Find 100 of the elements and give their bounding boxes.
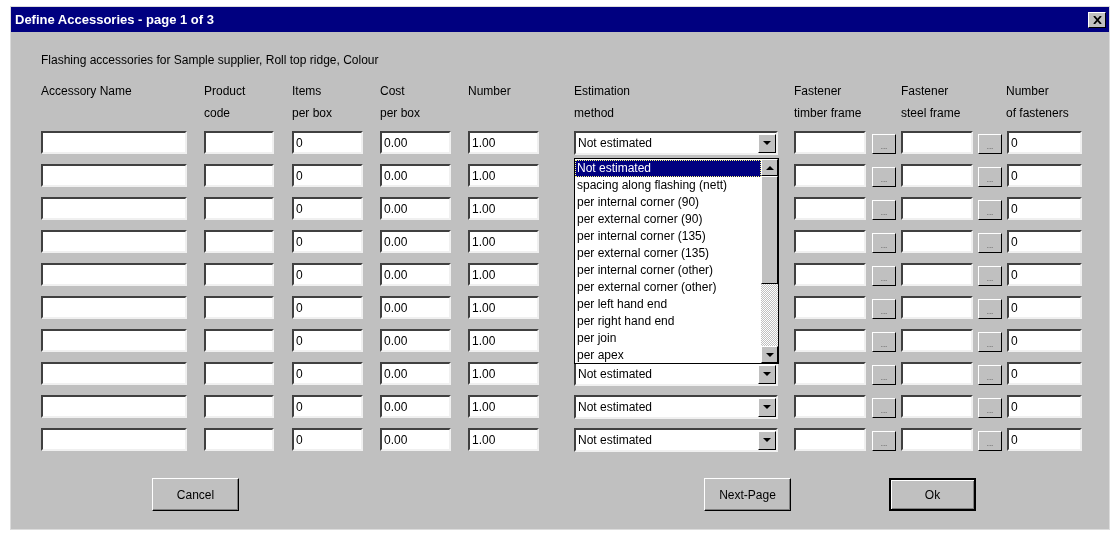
cost-per-box-field[interactable]: 0.00 bbox=[380, 362, 451, 385]
browse-button[interactable]: ... bbox=[872, 332, 896, 352]
accessory-name-field[interactable] bbox=[41, 263, 187, 286]
fasteners-count-field[interactable]: 0 bbox=[1007, 296, 1082, 319]
fasteners-count-field[interactable]: 0 bbox=[1007, 395, 1082, 418]
estimation-method-dropdown[interactable]: Not estimated bbox=[574, 362, 778, 386]
dialog-button[interactable]: Cancel bbox=[152, 478, 239, 511]
product-code-field[interactable] bbox=[204, 296, 274, 319]
fasteners-count-field[interactable]: 0 bbox=[1007, 329, 1082, 352]
fastener-timber-field[interactable] bbox=[794, 164, 866, 187]
list-option[interactable]: per external corner (90) bbox=[575, 211, 761, 228]
list-option[interactable]: per join bbox=[575, 330, 761, 347]
product-code-field[interactable] bbox=[204, 164, 274, 187]
estimation-method-dropdown[interactable]: Not estimated bbox=[574, 428, 778, 452]
fastener-timber-field[interactable] bbox=[794, 296, 866, 319]
fastener-steel-field[interactable] bbox=[901, 428, 973, 451]
number-field[interactable]: 1.00 bbox=[468, 230, 539, 253]
cost-per-box-field[interactable]: 0.00 bbox=[380, 197, 451, 220]
fastener-timber-field[interactable] bbox=[794, 230, 866, 253]
browse-button[interactable]: ... bbox=[978, 134, 1002, 154]
product-code-field[interactable] bbox=[204, 395, 274, 418]
accessory-name-field[interactable] bbox=[41, 131, 187, 154]
browse-button[interactable]: ... bbox=[978, 332, 1002, 352]
fastener-steel-field[interactable] bbox=[901, 329, 973, 352]
product-code-field[interactable] bbox=[204, 197, 274, 220]
accessory-name-field[interactable] bbox=[41, 329, 187, 352]
dialog-button[interactable]: Next-Page bbox=[704, 478, 791, 511]
cost-per-box-field[interactable]: 0.00 bbox=[380, 263, 451, 286]
product-code-field[interactable] bbox=[204, 362, 274, 385]
product-code-field[interactable] bbox=[204, 131, 274, 154]
scroll-thumb[interactable] bbox=[761, 176, 778, 284]
list-option[interactable]: per apex bbox=[575, 347, 761, 363]
fastener-timber-field[interactable] bbox=[794, 197, 866, 220]
browse-button[interactable]: ... bbox=[978, 233, 1002, 253]
list-option[interactable]: per left hand end bbox=[575, 296, 761, 313]
items-per-box-field[interactable]: 0 bbox=[292, 329, 363, 352]
browse-button[interactable]: ... bbox=[872, 233, 896, 253]
cost-per-box-field[interactable]: 0.00 bbox=[380, 230, 451, 253]
list-option[interactable]: per internal corner (90) bbox=[575, 194, 761, 211]
items-per-box-field[interactable]: 0 bbox=[292, 428, 363, 451]
close-button[interactable] bbox=[1088, 11, 1106, 28]
items-per-box-field[interactable]: 0 bbox=[292, 395, 363, 418]
product-code-field[interactable] bbox=[204, 329, 274, 352]
browse-button[interactable]: ... bbox=[872, 266, 896, 286]
list-option[interactable]: per right hand end bbox=[575, 313, 761, 330]
estimation-method-dropdown[interactable]: Not estimated bbox=[574, 131, 778, 155]
number-field[interactable]: 1.00 bbox=[468, 395, 539, 418]
list-option[interactable]: per external corner (other) bbox=[575, 279, 761, 296]
accessory-name-field[interactable] bbox=[41, 296, 187, 319]
fasteners-count-field[interactable]: 0 bbox=[1007, 197, 1082, 220]
cost-per-box-field[interactable]: 0.00 bbox=[380, 395, 451, 418]
accessory-name-field[interactable] bbox=[41, 164, 187, 187]
browse-button[interactable]: ... bbox=[872, 398, 896, 418]
accessory-name-field[interactable] bbox=[41, 230, 187, 253]
accessory-name-field[interactable] bbox=[41, 362, 187, 385]
cost-per-box-field[interactable]: 0.00 bbox=[380, 329, 451, 352]
items-per-box-field[interactable]: 0 bbox=[292, 131, 363, 154]
fastener-timber-field[interactable] bbox=[794, 329, 866, 352]
fastener-timber-field[interactable] bbox=[794, 395, 866, 418]
fasteners-count-field[interactable]: 0 bbox=[1007, 131, 1082, 154]
list-option[interactable]: per external corner (135) bbox=[575, 245, 761, 262]
fasteners-count-field[interactable]: 0 bbox=[1007, 263, 1082, 286]
items-per-box-field[interactable]: 0 bbox=[292, 164, 363, 187]
browse-button[interactable]: ... bbox=[978, 299, 1002, 319]
browse-button[interactable]: ... bbox=[872, 167, 896, 187]
items-per-box-field[interactable]: 0 bbox=[292, 263, 363, 286]
browse-button[interactable]: ... bbox=[872, 200, 896, 220]
fastener-steel-field[interactable] bbox=[901, 197, 973, 220]
browse-button[interactable]: ... bbox=[978, 167, 1002, 187]
accessory-name-field[interactable] bbox=[41, 197, 187, 220]
accessory-name-field[interactable] bbox=[41, 428, 187, 451]
fastener-timber-field[interactable] bbox=[794, 362, 866, 385]
fastener-timber-field[interactable] bbox=[794, 131, 866, 154]
items-per-box-field[interactable]: 0 bbox=[292, 296, 363, 319]
list-option[interactable]: per internal corner (other) bbox=[575, 262, 761, 279]
browse-button[interactable]: ... bbox=[978, 398, 1002, 418]
fasteners-count-field[interactable]: 0 bbox=[1007, 428, 1082, 451]
list-option[interactable]: per internal corner (135) bbox=[575, 228, 761, 245]
product-code-field[interactable] bbox=[204, 230, 274, 253]
list-option[interactable]: spacing along flashing (nett) bbox=[575, 177, 761, 194]
browse-button[interactable]: ... bbox=[978, 266, 1002, 286]
dialog-button[interactable]: Ok bbox=[889, 478, 976, 511]
number-field[interactable]: 1.00 bbox=[468, 362, 539, 385]
fastener-steel-field[interactable] bbox=[901, 230, 973, 253]
number-field[interactable]: 1.00 bbox=[468, 164, 539, 187]
product-code-field[interactable] bbox=[204, 263, 274, 286]
fasteners-count-field[interactable]: 0 bbox=[1007, 164, 1082, 187]
items-per-box-field[interactable]: 0 bbox=[292, 230, 363, 253]
items-per-box-field[interactable]: 0 bbox=[292, 362, 363, 385]
cost-per-box-field[interactable]: 0.00 bbox=[380, 131, 451, 154]
scrollbar[interactable] bbox=[761, 159, 778, 363]
number-field[interactable]: 1.00 bbox=[468, 329, 539, 352]
estimation-method-dropdown[interactable]: Not estimated bbox=[574, 395, 778, 419]
number-field[interactable]: 1.00 bbox=[468, 296, 539, 319]
number-field[interactable]: 1.00 bbox=[468, 263, 539, 286]
fasteners-count-field[interactable]: 0 bbox=[1007, 230, 1082, 253]
browse-button[interactable]: ... bbox=[872, 431, 896, 451]
cost-per-box-field[interactable]: 0.00 bbox=[380, 164, 451, 187]
fasteners-count-field[interactable]: 0 bbox=[1007, 362, 1082, 385]
fastener-steel-field[interactable] bbox=[901, 395, 973, 418]
